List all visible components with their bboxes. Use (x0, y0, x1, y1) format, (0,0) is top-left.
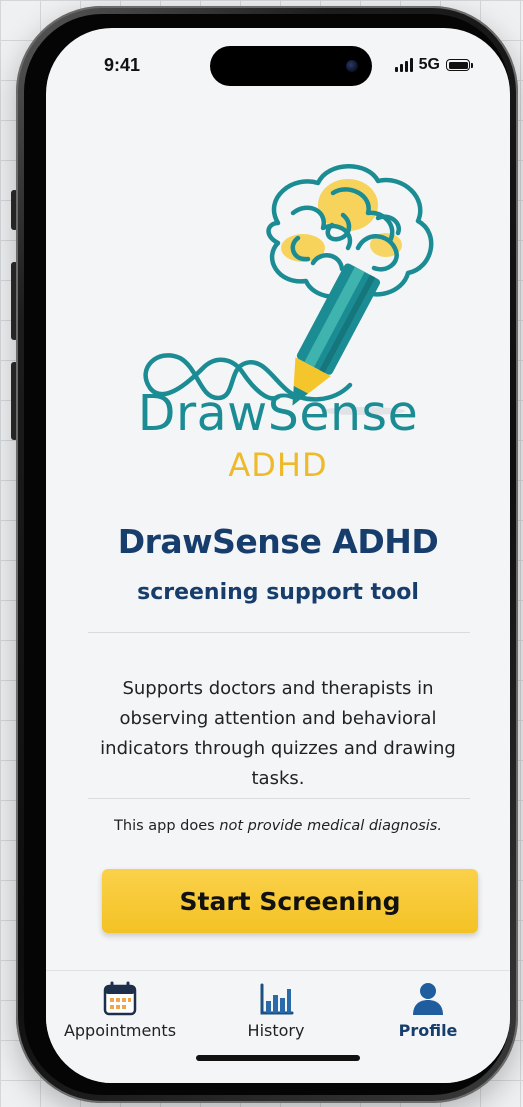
home-indicator[interactable] (196, 1055, 360, 1061)
signal-icon (394, 58, 413, 72)
divider-bottom (88, 798, 470, 799)
divider-top (88, 632, 470, 633)
disclaimer: This app does not provide medical diagno… (46, 818, 510, 834)
battery-icon (446, 59, 473, 71)
camera-icon (346, 60, 358, 72)
page-subtitle: screening support tool (137, 580, 419, 605)
tab-label-profile: Profile (398, 1021, 458, 1040)
user-icon (413, 983, 443, 1015)
calendar-icon (103, 981, 137, 1016)
app-description: Supports doctors and therapists in obser… (100, 678, 456, 789)
tab-appointments[interactable]: Appointments (50, 981, 190, 1040)
tab-label-appointments: Appointments (63, 1021, 177, 1040)
dynamic-island (210, 46, 372, 86)
tab-label-history: History (247, 1021, 305, 1040)
tab-history[interactable]: History (206, 981, 346, 1040)
tab-bar: Appointments History Profile (46, 970, 510, 1083)
network-label: 5G (418, 56, 440, 73)
status-indicators: 5G (394, 56, 473, 74)
status-time: 9:41 (104, 55, 141, 75)
tab-profile[interactable]: Profile (358, 981, 498, 1040)
disclaimer-text: This app does (114, 818, 220, 834)
battery-fill (448, 61, 468, 69)
bar-chart-icon (260, 983, 294, 1015)
logo-wordmark: DrawSense (137, 385, 419, 442)
start-screening-button[interactable]: Start Screening (102, 869, 478, 933)
logo-wordmark-sub: ADHD (228, 446, 328, 484)
app-screen: 9:41 5G DrawSense ADHD DrawSense ADHD sc… (46, 28, 510, 1083)
page-title: DrawSense ADHD (117, 522, 439, 561)
disclaimer-emphasis: not provide medical diagnosis. (219, 818, 442, 834)
status-bar: 9:41 5G (46, 28, 510, 108)
